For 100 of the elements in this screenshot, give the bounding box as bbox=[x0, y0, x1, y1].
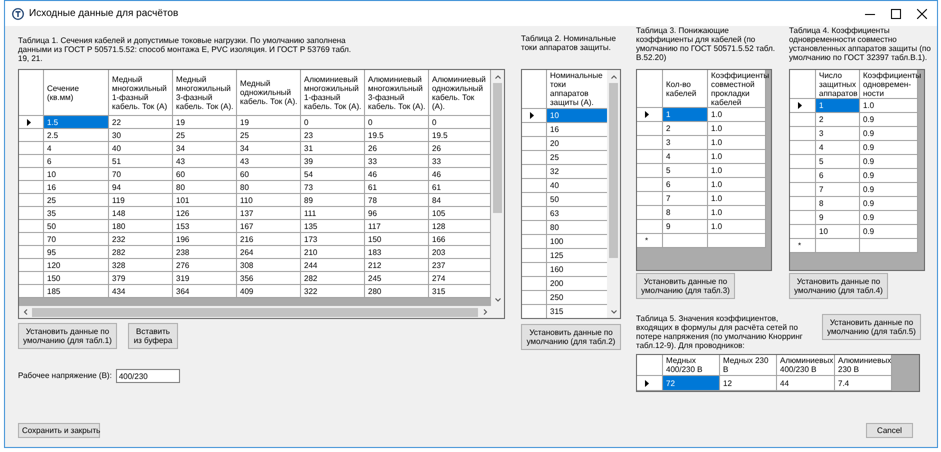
table-cell[interactable]: 1.0 bbox=[708, 206, 766, 220]
column-header[interactable]: Медный одножильный кабель. Ток (А). bbox=[237, 70, 301, 116]
column-header[interactable]: Медный многожильный 1-фазный кабель. Ток (А) bbox=[109, 70, 173, 116]
table-cell[interactable]: 0.9 bbox=[860, 211, 918, 225]
set-defaults-button[interactable]: Установить данные по умолчанию (для табл.1) bbox=[18, 323, 117, 349]
table-cell[interactable]: 105 bbox=[429, 207, 491, 220]
table-cell[interactable]: 319 bbox=[173, 272, 237, 285]
table-cell[interactable]: 1.0 bbox=[708, 178, 766, 192]
table-cell[interactable]: 274 bbox=[429, 272, 491, 285]
table-cell[interactable]: 128 bbox=[429, 220, 491, 233]
table-cell[interactable]: 137 bbox=[237, 207, 301, 220]
row-header[interactable] bbox=[522, 109, 547, 123]
column-header[interactable]: Алюминиевых 400/230 В bbox=[777, 355, 835, 376]
table-cell[interactable]: 160 bbox=[547, 263, 607, 277]
set-defaults-button[interactable]: Установить данные по умолчанию (для табл.5) bbox=[822, 314, 921, 340]
table-cell[interactable]: 96 bbox=[365, 207, 429, 220]
table-cell[interactable]: 4 bbox=[44, 142, 109, 155]
table-cell[interactable]: 34 bbox=[237, 142, 301, 155]
table-cell[interactable]: 60 bbox=[173, 168, 237, 181]
column-header[interactable]: Кол-во кабелей bbox=[663, 70, 708, 108]
table-cell[interactable]: 19.5 bbox=[365, 129, 429, 142]
table-cell[interactable]: 0 bbox=[365, 116, 429, 129]
table-cell[interactable]: 135 bbox=[301, 220, 365, 233]
table-cell[interactable]: 19.5 bbox=[429, 129, 491, 142]
table-cell[interactable]: 120 bbox=[44, 259, 109, 272]
table-cell[interactable]: 150 bbox=[365, 233, 429, 246]
table-cell[interactable]: 34 bbox=[173, 142, 237, 155]
table-cell[interactable]: 10 bbox=[547, 109, 607, 123]
scrollbar-thumb[interactable] bbox=[609, 83, 618, 258]
paste-button[interactable]: Вставить из буфера bbox=[128, 323, 178, 349]
table-cell[interactable]: 7 bbox=[663, 192, 708, 206]
table-cell[interactable]: 110 bbox=[237, 194, 301, 207]
cancel-button[interactable]: Cancel bbox=[866, 423, 913, 438]
table-cell[interactable]: 84 bbox=[429, 194, 491, 207]
table-cell[interactable]: 33 bbox=[429, 155, 491, 168]
table-cell[interactable]: 434 bbox=[109, 285, 173, 298]
table-cell[interactable]: 51 bbox=[109, 155, 173, 168]
table-cell[interactable]: 308 bbox=[237, 259, 301, 272]
table-cell[interactable]: 0.9 bbox=[860, 225, 918, 239]
table-cell[interactable]: 12 bbox=[720, 376, 777, 391]
table-cell[interactable]: 46 bbox=[429, 168, 491, 181]
table-cell[interactable]: 111 bbox=[301, 207, 365, 220]
table-cell[interactable]: 1.0 bbox=[708, 220, 766, 234]
table-cell[interactable]: 282 bbox=[301, 272, 365, 285]
scroll-down-icon[interactable] bbox=[610, 308, 616, 314]
close-icon[interactable] bbox=[917, 8, 927, 18]
table-cell[interactable]: 25 bbox=[547, 151, 607, 165]
table-cell[interactable]: 0 bbox=[429, 116, 491, 129]
column-header[interactable]: Сечение (кв.мм) bbox=[44, 70, 109, 116]
row-header[interactable] bbox=[19, 116, 44, 129]
table-cell[interactable]: 1.5 bbox=[44, 116, 109, 129]
table-cell[interactable]: 364 bbox=[173, 285, 237, 298]
column-header[interactable]: Номинальные токи аппаратов защиты (А). bbox=[547, 70, 607, 109]
table-cell[interactable]: 6 bbox=[816, 169, 860, 183]
row-header[interactable] bbox=[790, 99, 816, 113]
table-cell[interactable]: 379 bbox=[109, 272, 173, 285]
table-cell[interactable]: 60 bbox=[237, 168, 301, 181]
table-cell[interactable]: 94 bbox=[109, 181, 173, 194]
table-cell[interactable]: 173 bbox=[301, 233, 365, 246]
table-cell[interactable]: 1 bbox=[816, 99, 860, 113]
table-cell[interactable]: 10 bbox=[44, 168, 109, 181]
table-cell[interactable]: 1.0 bbox=[708, 164, 766, 178]
table-cell[interactable]: 1.0 bbox=[860, 99, 918, 113]
table-cell[interactable]: 54 bbox=[301, 168, 365, 181]
table-cell[interactable]: 101 bbox=[173, 194, 237, 207]
table-cell[interactable]: 26 bbox=[429, 142, 491, 155]
table-cell[interactable]: 19 bbox=[237, 116, 301, 129]
table-cell[interactable]: 280 bbox=[365, 285, 429, 298]
table-cell[interactable]: 78 bbox=[365, 194, 429, 207]
table-cell[interactable]: 46 bbox=[365, 168, 429, 181]
table-cell[interactable]: 3 bbox=[663, 136, 708, 150]
table-cell[interactable]: 4 bbox=[816, 141, 860, 155]
column-header[interactable]: Алюминиевый многожильный 1-фазный кабель. Ток (А). bbox=[301, 70, 365, 116]
table-cell[interactable]: 409 bbox=[237, 285, 301, 298]
save-button[interactable]: Сохранить и закрыть bbox=[18, 423, 100, 438]
table-cell[interactable]: 50 bbox=[547, 193, 607, 207]
table-cell[interactable]: 31 bbox=[301, 142, 365, 155]
table-cell[interactable]: 200 bbox=[547, 277, 607, 291]
table-cell[interactable]: 203 bbox=[429, 246, 491, 259]
scroll-up-icon[interactable] bbox=[610, 74, 616, 80]
table-cell[interactable]: 276 bbox=[173, 259, 237, 272]
table-cell[interactable]: 5 bbox=[663, 164, 708, 178]
table-cell[interactable]: 150 bbox=[44, 272, 109, 285]
table-cell[interactable]: 185 bbox=[44, 285, 109, 298]
table-cell[interactable]: 212 bbox=[365, 259, 429, 272]
row-header[interactable] bbox=[637, 108, 663, 122]
table-cell[interactable]: 26 bbox=[365, 142, 429, 155]
table-cell[interactable]: 282 bbox=[109, 246, 173, 259]
table-cell[interactable]: 1.0 bbox=[708, 122, 766, 136]
table-cell[interactable]: 25 bbox=[44, 194, 109, 207]
vertical-scrollbar[interactable] bbox=[607, 70, 620, 318]
table-cell[interactable]: 322 bbox=[301, 285, 365, 298]
column-header[interactable]: Медных 230 В bbox=[720, 355, 777, 376]
table-cell[interactable]: 126 bbox=[173, 207, 237, 220]
table-cell[interactable]: 8 bbox=[816, 197, 860, 211]
set-defaults-button[interactable]: Установить данные по умолчанию (для табл.3) bbox=[636, 273, 735, 299]
table-cell[interactable]: 72 bbox=[663, 376, 720, 391]
table-cell[interactable]: 210 bbox=[301, 246, 365, 259]
table-cell[interactable]: 232 bbox=[109, 233, 173, 246]
table-cell[interactable]: 180 bbox=[109, 220, 173, 233]
